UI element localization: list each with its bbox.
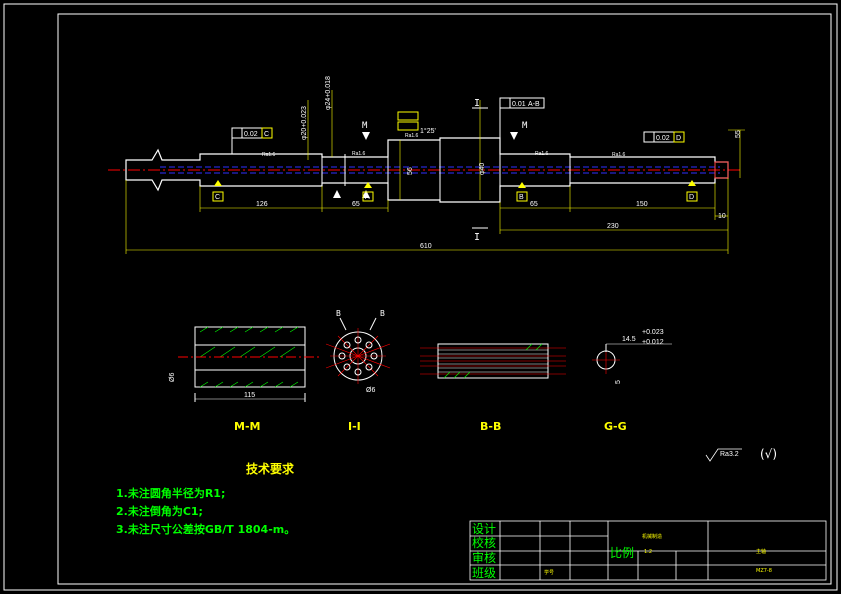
m-arrow bbox=[362, 132, 370, 140]
dim-230: 230 bbox=[607, 223, 619, 230]
tb-drawing-no: MZ7-8 bbox=[756, 568, 772, 574]
fcf-d: 0.02 D bbox=[643, 131, 685, 143]
svg-text:D: D bbox=[676, 135, 681, 142]
svg-text:Ra1.6: Ra1.6 bbox=[405, 133, 419, 139]
svg-text:Ra1.6: Ra1.6 bbox=[535, 151, 549, 157]
roughness-note: Ra3.2 (√) bbox=[705, 447, 777, 462]
svg-text:0.02: 0.02 bbox=[656, 135, 670, 142]
ii-b-right: B bbox=[380, 309, 385, 318]
mm-label: M-M bbox=[234, 420, 260, 433]
svg-text:(√): (√) bbox=[760, 447, 777, 461]
main-view: 126 65 65 150 230 610 10 φ20+0.023 φ24+0… bbox=[108, 76, 745, 254]
tb-row-class: 班级 bbox=[472, 566, 496, 580]
dim-65b: 65 bbox=[530, 201, 538, 208]
svg-text:0.02: 0.02 bbox=[244, 131, 258, 138]
gg-tol-lo: +0.012 bbox=[642, 339, 664, 346]
svg-text:0.01: 0.01 bbox=[512, 101, 526, 108]
dim-d24: φ24+0.018 bbox=[325, 76, 332, 110]
svg-text:Ra1.6: Ra1.6 bbox=[612, 152, 626, 158]
svg-text:C: C bbox=[215, 194, 220, 201]
tech-item-3: 3.未注尺寸公差按GB/T 1804-m。 bbox=[116, 522, 295, 536]
dim-d20: φ20+0.023 bbox=[301, 106, 308, 140]
gg-label: G-G bbox=[604, 420, 627, 433]
mm-dim-d: Ø6 bbox=[169, 373, 176, 382]
section-mm: 115 Ø6 M-M bbox=[169, 326, 320, 433]
svg-text:A-B: A-B bbox=[528, 101, 540, 108]
dim-10: 10 bbox=[718, 213, 726, 220]
mm-dim-len: 115 bbox=[244, 392, 255, 399]
cut-label-top: I bbox=[474, 98, 480, 109]
ii-label: I-I bbox=[348, 420, 361, 433]
dim-610: 610 bbox=[420, 243, 432, 250]
dimension-lines bbox=[125, 90, 745, 254]
datum-b: B bbox=[516, 182, 528, 202]
dim-65a: 65 bbox=[352, 201, 360, 208]
svg-text:Ra1.6: Ra1.6 bbox=[352, 151, 366, 157]
svg-text:D: D bbox=[689, 194, 694, 201]
ii-b-left: B bbox=[336, 309, 341, 318]
tb-row-check: 校核 bbox=[472, 535, 496, 550]
section-gg: 14.5 +0.023 +0.012 5 G-G bbox=[592, 329, 672, 433]
fcf-ab: 0.01 A-B bbox=[499, 97, 545, 138]
cut-label-bottom: I bbox=[474, 232, 480, 243]
svg-text:B: B bbox=[519, 194, 524, 201]
tb-scale-label: 比例 bbox=[610, 546, 634, 560]
m-label-left: M bbox=[362, 121, 368, 131]
dim-d40: φ40 bbox=[479, 163, 486, 175]
tech-item-1: 1.未注圆角半径为R1; bbox=[116, 486, 225, 500]
dim-55: 55 bbox=[735, 130, 742, 138]
engineering-drawing: 126 65 65 150 230 610 10 φ20+0.023 φ24+0… bbox=[3, 3, 838, 591]
dim-56: 56 bbox=[407, 167, 414, 175]
m-arrow bbox=[510, 132, 518, 140]
svg-text:C: C bbox=[264, 131, 269, 138]
tb-row-design: 设计 bbox=[472, 522, 496, 536]
tech-item-2: 2.未注倒角为C1; bbox=[116, 504, 203, 518]
ii-dim-d: Ø6 bbox=[366, 387, 375, 394]
svg-text:A: A bbox=[365, 194, 370, 201]
bb-label: B-B bbox=[480, 420, 501, 433]
dim-126: 126 bbox=[256, 201, 268, 208]
section-ii: B B Ø6 I-I bbox=[325, 309, 391, 433]
tb-row-review: 审核 bbox=[472, 550, 496, 565]
tech-title: 技术要求 bbox=[246, 461, 295, 476]
fcf-c: 0.02 C bbox=[231, 127, 273, 154]
tb-student-no: 学号 bbox=[544, 569, 554, 576]
svg-text:Ra3.2: Ra3.2 bbox=[720, 451, 739, 458]
m-label-right: M bbox=[522, 121, 528, 131]
tb-school: 机械制造 bbox=[642, 533, 662, 540]
datum-a: A bbox=[362, 182, 374, 202]
tb-drawing-name: 主轴 bbox=[756, 548, 766, 555]
m-arrow bbox=[333, 190, 341, 198]
outer-frame bbox=[3, 3, 838, 591]
gg-dim-w: 14.5 bbox=[622, 336, 636, 343]
tb-scale-value: 1:2 bbox=[644, 549, 652, 555]
gg-tol-up: +0.023 bbox=[642, 329, 664, 336]
gg-dim-h: 5 bbox=[615, 380, 622, 384]
datum-c: C bbox=[212, 180, 224, 202]
section-bb: B-B bbox=[420, 343, 566, 433]
tech-requirements: 技术要求 1.未注圆角半径为R1; 2.未注倒角为C1; 3.未注尺寸公差按GB… bbox=[116, 461, 295, 536]
dim-angle: 1°25' bbox=[420, 127, 436, 135]
dim-150: 150 bbox=[636, 201, 648, 208]
fcf-small bbox=[397, 111, 419, 131]
svg-text:Ra1.6: Ra1.6 bbox=[262, 152, 276, 158]
